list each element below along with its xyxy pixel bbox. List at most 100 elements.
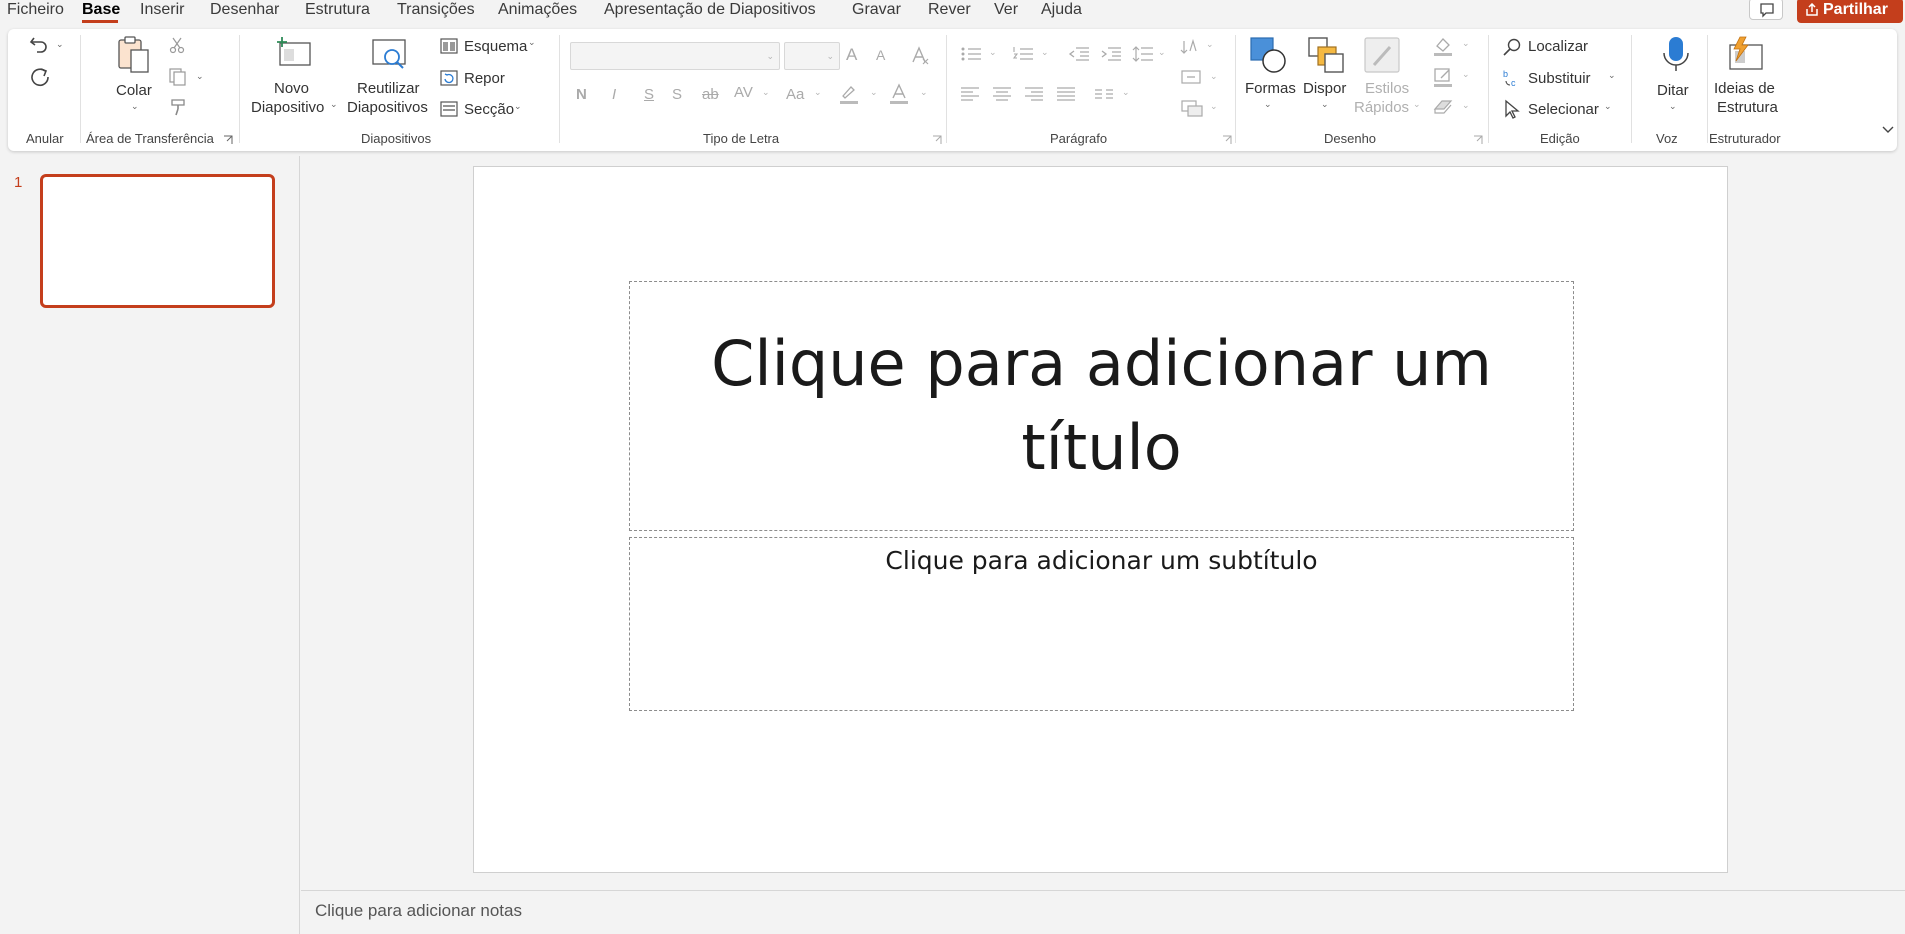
justify-icon[interactable] <box>1056 86 1076 102</box>
quick-styles-label-2[interactable]: Rápidos <box>1354 98 1409 117</box>
format-painter-icon[interactable] <box>168 97 188 117</box>
undo-icon[interactable] <box>28 34 50 56</box>
menu-desenhar[interactable]: Desenhar <box>210 0 279 20</box>
undo-dropdown-icon[interactable]: ⌄ <box>56 39 64 50</box>
section-dropdown-icon[interactable]: ⌄ <box>514 101 522 112</box>
menu-gravar[interactable]: Gravar <box>852 0 901 20</box>
font-launcher-icon[interactable] <box>932 135 942 145</box>
align-center-icon[interactable] <box>992 86 1012 102</box>
slide-thumbnail[interactable] <box>40 174 275 308</box>
reuse-slides-icon[interactable] <box>370 35 410 73</box>
smartart-icon[interactable] <box>1180 97 1204 119</box>
paste-label[interactable]: Colar <box>116 81 152 100</box>
text-direction-dropdown-icon[interactable]: ⌄ <box>1206 39 1214 50</box>
redo-icon[interactable] <box>28 65 52 89</box>
shrink-font-icon[interactable]: A <box>876 47 885 63</box>
highlight-dropdown-icon[interactable]: ⌄ <box>870 87 878 98</box>
designer-icon[interactable] <box>1726 35 1766 75</box>
drawing-launcher-icon[interactable] <box>1473 135 1483 145</box>
line-spacing-icon[interactable] <box>1132 45 1154 63</box>
change-case-icon[interactable]: Aa <box>786 86 804 103</box>
menu-apresentacao[interactable]: Apresentação de Diapositivos <box>604 0 816 20</box>
share-button[interactable]: Partilhar <box>1797 0 1903 23</box>
menu-ajuda[interactable]: Ajuda <box>1041 0 1082 20</box>
reset-icon[interactable] <box>440 70 458 86</box>
shape-effects-dropdown-icon[interactable]: ⌄ <box>1462 100 1470 111</box>
align-text-icon[interactable] <box>1180 67 1202 87</box>
menu-rever[interactable]: Rever <box>928 0 971 20</box>
collapse-ribbon-icon[interactable] <box>1881 125 1895 135</box>
text-shadow-icon[interactable]: S <box>672 86 682 103</box>
bold-icon[interactable]: N <box>576 86 587 103</box>
design-ideas-label-2[interactable]: Estrutura <box>1717 98 1778 117</box>
menu-transicoes[interactable]: Transições <box>397 0 475 20</box>
dictate-dropdown-icon[interactable]: ⌄ <box>1669 101 1677 112</box>
columns-dropdown-icon[interactable]: ⌄ <box>1122 87 1130 98</box>
menu-estrutura[interactable]: Estrutura <box>305 0 370 20</box>
font-family-combobox[interactable]: ⌄ <box>570 42 780 70</box>
align-text-dropdown-icon[interactable]: ⌄ <box>1210 71 1218 82</box>
change-case-dropdown-icon[interactable]: ⌄ <box>814 87 822 98</box>
new-slide-icon[interactable] <box>276 35 314 69</box>
select-label[interactable]: Selecionar <box>1528 101 1599 118</box>
menu-ver[interactable]: Ver <box>994 0 1018 20</box>
shape-fill-dropdown-icon[interactable]: ⌄ <box>1462 38 1470 49</box>
paste-dropdown-icon[interactable]: ⌄ <box>131 101 139 112</box>
comments-button[interactable] <box>1749 0 1783 20</box>
quick-styles-label-1[interactable]: Estilos <box>1365 79 1409 98</box>
microphone-icon[interactable] <box>1660 35 1692 75</box>
cursor-select-icon[interactable] <box>1502 99 1522 119</box>
replace-dropdown-icon[interactable]: ⌄ <box>1608 70 1616 81</box>
numbering-icon[interactable] <box>1012 46 1034 62</box>
search-icon[interactable] <box>1502 37 1522 57</box>
new-slide-dropdown-icon[interactable]: ⌄ <box>330 99 338 110</box>
cut-icon[interactable] <box>168 36 186 54</box>
title-placeholder[interactable]: Clique para adicionar um título <box>629 281 1574 531</box>
menu-base[interactable]: Base <box>82 0 120 20</box>
new-slide-label-1[interactable]: Novo <box>274 79 309 98</box>
copy-dropdown-icon[interactable]: ⌄ <box>196 71 204 82</box>
font-size-combobox[interactable]: ⌄ <box>784 42 840 70</box>
replace-icon[interactable]: bc <box>1502 68 1524 88</box>
reset-label[interactable]: Repor <box>464 70 505 87</box>
shapes-label[interactable]: Formas <box>1245 79 1296 98</box>
align-left-icon[interactable] <box>960 86 980 102</box>
shapes-dropdown-icon[interactable]: ⌄ <box>1264 99 1272 110</box>
increase-indent-icon[interactable] <box>1100 46 1122 62</box>
reuse-slides-label-1[interactable]: Reutilizar <box>357 79 420 98</box>
shape-outline-icon[interactable] <box>1432 66 1454 88</box>
design-ideas-label-1[interactable]: Ideias de <box>1714 79 1775 98</box>
section-icon[interactable] <box>440 101 458 117</box>
columns-icon[interactable] <box>1094 87 1114 101</box>
decrease-indent-icon[interactable] <box>1068 46 1090 62</box>
menu-inserir[interactable]: Inserir <box>140 0 184 20</box>
layout-dropdown-icon[interactable]: ⌄ <box>528 37 536 48</box>
paragraph-launcher-icon[interactable] <box>1222 135 1232 145</box>
grow-font-icon[interactable]: A <box>846 45 857 65</box>
notes-pane[interactable]: Clique para adicionar notas <box>301 890 1905 934</box>
align-right-icon[interactable] <box>1024 86 1044 102</box>
new-slide-label-2[interactable]: Diapositivo <box>251 98 324 117</box>
numbering-dropdown-icon[interactable]: ⌄ <box>1041 47 1049 58</box>
arrange-label[interactable]: Dispor <box>1303 79 1346 98</box>
reuse-slides-label-2[interactable]: Diapositivos <box>347 98 428 117</box>
underline-icon[interactable]: S <box>644 86 654 103</box>
char-spacing-dropdown-icon[interactable]: ⌄ <box>762 87 770 98</box>
select-dropdown-icon[interactable]: ⌄ <box>1604 101 1612 112</box>
smartart-dropdown-icon[interactable]: ⌄ <box>1210 101 1218 112</box>
clipboard-launcher-icon[interactable] <box>223 135 233 145</box>
clear-formatting-icon[interactable] <box>910 45 930 65</box>
shape-outline-dropdown-icon[interactable]: ⌄ <box>1462 69 1470 80</box>
arrange-icon[interactable] <box>1306 35 1346 75</box>
bullets-dropdown-icon[interactable]: ⌄ <box>989 47 997 58</box>
dictate-label[interactable]: Ditar <box>1657 81 1689 100</box>
copy-icon[interactable] <box>168 67 188 87</box>
highlight-icon[interactable] <box>838 83 860 105</box>
strikethrough-icon[interactable]: ab <box>702 86 719 103</box>
italic-icon[interactable]: I <box>612 86 616 103</box>
arrange-dropdown-icon[interactable]: ⌄ <box>1321 99 1329 110</box>
line-spacing-dropdown-icon[interactable]: ⌄ <box>1158 47 1166 58</box>
replace-label[interactable]: Substituir <box>1528 70 1591 87</box>
shapes-icon[interactable] <box>1248 35 1288 75</box>
menu-animacoes[interactable]: Animações <box>498 0 577 20</box>
